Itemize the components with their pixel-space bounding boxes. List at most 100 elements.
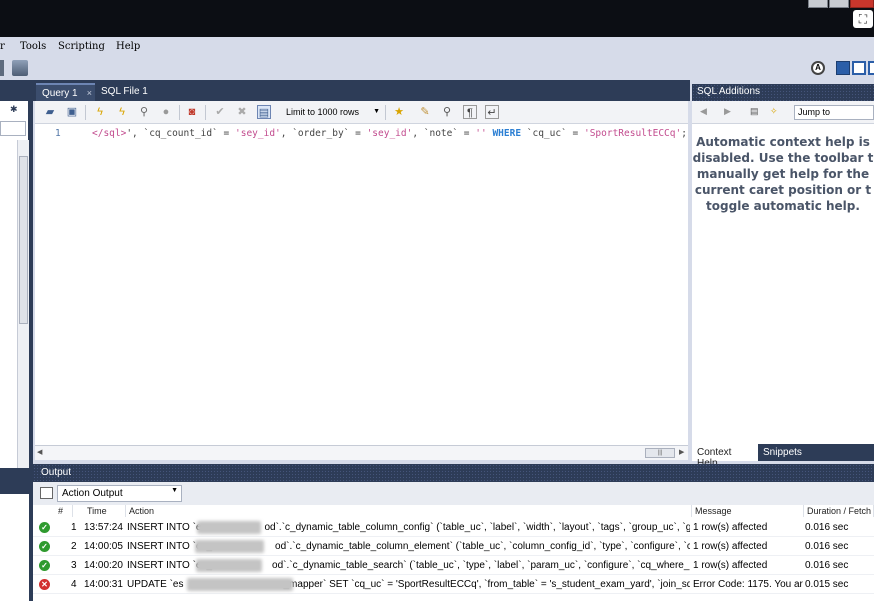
- output-header: Output: [33, 464, 874, 482]
- menu-bar: r Tools Scripting Help: [0, 37, 874, 57]
- code-token: ', `cq_count_id` =: [126, 128, 235, 139]
- scroll-right-icon[interactable]: ▶: [679, 448, 684, 456]
- code-token: 'sey_id': [235, 128, 281, 139]
- autocommit-icon[interactable]: ▤: [257, 105, 271, 119]
- limit-rows-label: Limit to 1000 rows: [286, 107, 360, 117]
- code-token: , `note` =: [412, 128, 476, 139]
- row-number: 4: [71, 579, 77, 590]
- find-icon[interactable]: ⚲: [440, 105, 454, 119]
- toolbar-separator: [205, 105, 206, 120]
- navigator-info-panel: [0, 494, 29, 601]
- explain-icon[interactable]: ⚲: [137, 105, 151, 119]
- jump-to-select[interactable]: Jump to: [794, 105, 874, 120]
- toggle-sidebar-icon[interactable]: [836, 61, 850, 75]
- output-toolbar: Action Output ▼: [33, 482, 874, 505]
- schema-filter-input[interactable]: [0, 121, 26, 136]
- tab-label: SQL File 1: [101, 86, 148, 97]
- add-snippet-icon[interactable]: ★: [392, 105, 406, 119]
- table-row[interactable]: ✓ 3 14:00:20 INSERT INTO `es_ od`.`c_dynamic…: [33, 556, 874, 575]
- row-time: 14:00:20: [84, 560, 123, 571]
- line-number: 1: [55, 128, 61, 139]
- toggle-error-stop-icon[interactable]: ◙: [185, 105, 199, 119]
- tab-context-help[interactable]: Context Help: [692, 444, 758, 469]
- table-row[interactable]: ✓ 1 13:57:24 INSERT INTO `es od`.`c_dynamic_…: [33, 518, 874, 537]
- success-icon: ✓: [39, 522, 50, 533]
- close-tab-icon[interactable]: ×: [87, 88, 92, 98]
- menu-item-scripting[interactable]: Scripting: [58, 41, 105, 52]
- auto-help-icon[interactable]: ✧: [770, 106, 778, 117]
- menu-item-tools[interactable]: Tools: [20, 41, 46, 52]
- maximize-button[interactable]: [829, 0, 849, 8]
- invisible-chars-icon[interactable]: ¶: [463, 105, 477, 119]
- output-mode-label: Action Output: [62, 488, 123, 499]
- save-file-icon[interactable]: ▣: [65, 105, 79, 119]
- table-row[interactable]: ✕ 4 14:00:31 UPDATE `es _mapper` SET `cq_uc`…: [33, 575, 874, 594]
- execute-all-icon[interactable]: ϟ: [93, 105, 107, 119]
- redaction-blur: [187, 578, 293, 591]
- open-file-icon[interactable]: ▰: [43, 105, 57, 119]
- row-action-suffix: od`.`c_dynamic_table_column_element` (`t…: [275, 541, 690, 552]
- row-time: 14:00:05: [84, 541, 123, 552]
- close-window-button[interactable]: [850, 0, 874, 8]
- toggle-output-icon[interactable]: [852, 61, 866, 75]
- column-header-time[interactable]: Time: [84, 505, 126, 517]
- code-token: `cq_uc` =: [521, 128, 584, 139]
- context-help-message: Automatic context help is disabled. Use …: [692, 135, 874, 213]
- column-header-num[interactable]: #: [33, 505, 73, 517]
- wrap-lines-icon[interactable]: ↵: [485, 105, 499, 119]
- menu-item-partial[interactable]: r: [0, 41, 5, 52]
- column-header-message[interactable]: Message: [692, 505, 804, 517]
- editor-horizontal-scrollbar[interactable]: ◀ ||| ▶: [35, 445, 688, 460]
- output-mode-select[interactable]: Action Output ▼: [57, 485, 182, 502]
- minimize-button[interactable]: [808, 0, 828, 8]
- row-time: 13:57:24: [84, 522, 123, 533]
- row-duration: 0.016 sec: [805, 522, 849, 533]
- window-titlebar: ⛶: [0, 0, 874, 37]
- code-line[interactable]: </sql>', `cq_count_id` = 'sey_id', `orde…: [92, 128, 687, 139]
- sql-editor[interactable]: 1 </sql>', `cq_count_id` = 'sey_id', `or…: [35, 124, 688, 445]
- execute-current-icon[interactable]: ϟ: [115, 105, 129, 119]
- tab-sql-file-1[interactable]: SQL File 1: [95, 83, 155, 101]
- row-message: 1 row(s) affected: [693, 560, 768, 571]
- stop-icon[interactable]: ●: [159, 105, 173, 119]
- table-row[interactable]: ✓ 2 14:00:05 INSERT INTO `es_ od`.`c_dynamic…: [33, 537, 874, 556]
- tab-snippets[interactable]: Snippets: [758, 444, 807, 461]
- copy-output-icon[interactable]: [40, 487, 53, 499]
- context-help-icon[interactable]: A: [811, 61, 825, 75]
- rollback-icon[interactable]: ✖: [235, 105, 249, 119]
- tab-label: Query 1: [42, 88, 78, 99]
- editor-toolbar: ▰ ▣ ϟ ϟ ⚲ ● ◙ ✔ ✖ ▤ Limit to 1000 rows ▼…: [35, 101, 688, 124]
- sql-additions-toolbar: ◀ ▶ ▤ ✧ Jump to: [692, 101, 874, 124]
- scroll-thumb[interactable]: |||: [645, 448, 675, 458]
- toolbar-clipped-icon[interactable]: [0, 60, 4, 76]
- beautify-icon[interactable]: ✎: [418, 105, 432, 119]
- row-number: 2: [71, 541, 77, 552]
- screenshot-tool-icon[interactable]: ⛶: [853, 10, 873, 28]
- redaction-blur: [196, 559, 262, 572]
- success-icon: ✓: [39, 560, 50, 571]
- commit-icon[interactable]: ✔: [213, 105, 227, 119]
- column-header-duration[interactable]: Duration / Fetch: [804, 505, 874, 517]
- toggle-secondary-sidebar-icon[interactable]: [868, 61, 874, 75]
- back-icon[interactable]: ◀: [700, 106, 707, 117]
- chevron-down-icon: ▼: [373, 108, 380, 115]
- jump-to-label: Jump to: [798, 107, 831, 117]
- row-action-suffix: od`.`c_dynamic_table_search` (`table_uc`…: [272, 560, 690, 571]
- navigator-scroll-thumb[interactable]: [19, 156, 28, 324]
- limit-rows-select[interactable]: Limit to 1000 rows ▼: [282, 104, 382, 121]
- navigator-settings-icon[interactable]: ✱: [10, 104, 18, 115]
- code-token: </sql>: [92, 128, 127, 139]
- row-number: 3: [71, 560, 77, 571]
- sql-additions-tabs: Context Help Snippets: [692, 444, 874, 469]
- row-action-prefix: UPDATE `es: [127, 579, 184, 590]
- code-token: 'sey_id': [366, 128, 413, 139]
- column-header-action[interactable]: Action: [126, 505, 692, 517]
- code-token: 'SportResultECCq': [583, 128, 682, 139]
- scroll-left-icon[interactable]: ◀: [37, 448, 42, 456]
- tab-query-1[interactable]: Query 1 ×: [36, 83, 95, 101]
- database-migration-icon[interactable]: [12, 60, 28, 76]
- forward-icon[interactable]: ▶: [724, 106, 731, 117]
- row-duration: 0.015 sec: [805, 579, 849, 590]
- manual-help-icon[interactable]: ▤: [750, 106, 759, 117]
- menu-item-help[interactable]: Help: [116, 41, 140, 52]
